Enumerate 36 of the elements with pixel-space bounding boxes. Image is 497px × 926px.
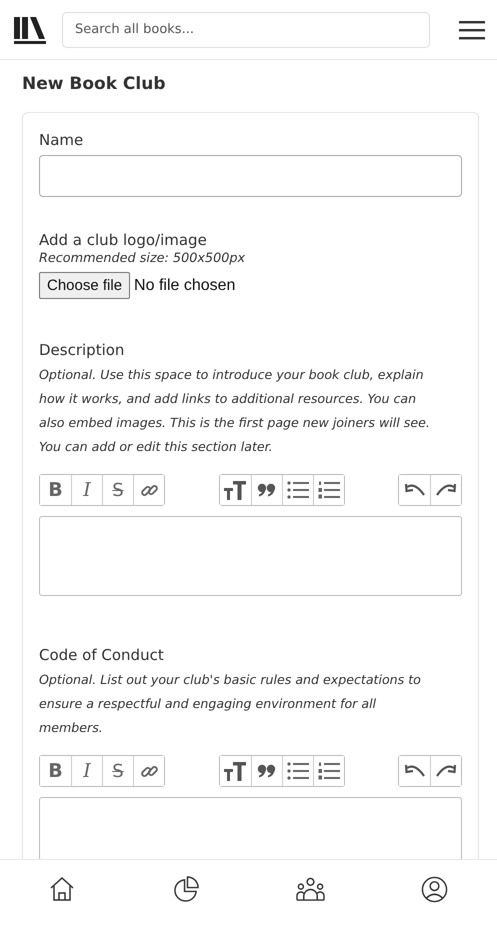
quote-icon bbox=[256, 764, 276, 778]
text-size-icon bbox=[222, 480, 248, 500]
link-button[interactable] bbox=[133, 475, 164, 505]
quote-icon bbox=[256, 483, 276, 497]
field-label: Name bbox=[39, 131, 84, 149]
choose-file-button[interactable]: Choose file bbox=[39, 272, 130, 299]
home-icon[interactable] bbox=[49, 876, 76, 902]
redo-icon bbox=[435, 764, 457, 778]
link-button[interactable] bbox=[133, 756, 164, 786]
field-label: Add a club logo/image bbox=[39, 231, 208, 249]
text-size-icon bbox=[222, 761, 248, 781]
pie-chart-icon[interactable] bbox=[172, 876, 200, 902]
numbers-button[interactable] bbox=[312, 475, 344, 505]
field-hint: Recommended size: 500x500px bbox=[39, 251, 246, 266]
redo-button[interactable] bbox=[430, 475, 461, 505]
numbers-button[interactable] bbox=[312, 756, 344, 786]
numbered-list-icon bbox=[318, 481, 340, 499]
undo-icon bbox=[404, 483, 426, 497]
search-field[interactable]: Search all books... bbox=[62, 12, 430, 48]
field-label: Code of Conduct bbox=[39, 646, 165, 664]
file-status: No file chosen bbox=[134, 276, 236, 294]
field-hint: Optional. Use this space to introduce your book club, explain how it works, and add links to additional resources. You can also embed images. This is the first page new joiners will see. You can add or edit this section later. bbox=[39, 366, 431, 456]
books-logo-icon[interactable] bbox=[14, 14, 46, 44]
redo-icon bbox=[435, 483, 457, 497]
bullet-list-icon bbox=[286, 762, 308, 780]
menu-icon[interactable] bbox=[459, 20, 485, 40]
field-hint: Optional. List out your club's basic rules and expectations to ensure a respectful and engaging environment for all members. bbox=[39, 671, 422, 737]
field-label: Description bbox=[39, 341, 126, 359]
bullet-list-icon bbox=[286, 481, 308, 499]
numbered-list-icon bbox=[318, 762, 340, 780]
undo-icon bbox=[404, 764, 426, 778]
redo-button[interactable] bbox=[430, 756, 461, 786]
page-title: New Book Club bbox=[22, 74, 166, 94]
group-icon[interactable] bbox=[296, 876, 326, 902]
name-field[interactable] bbox=[39, 155, 462, 197]
profile-icon[interactable] bbox=[421, 876, 448, 902]
